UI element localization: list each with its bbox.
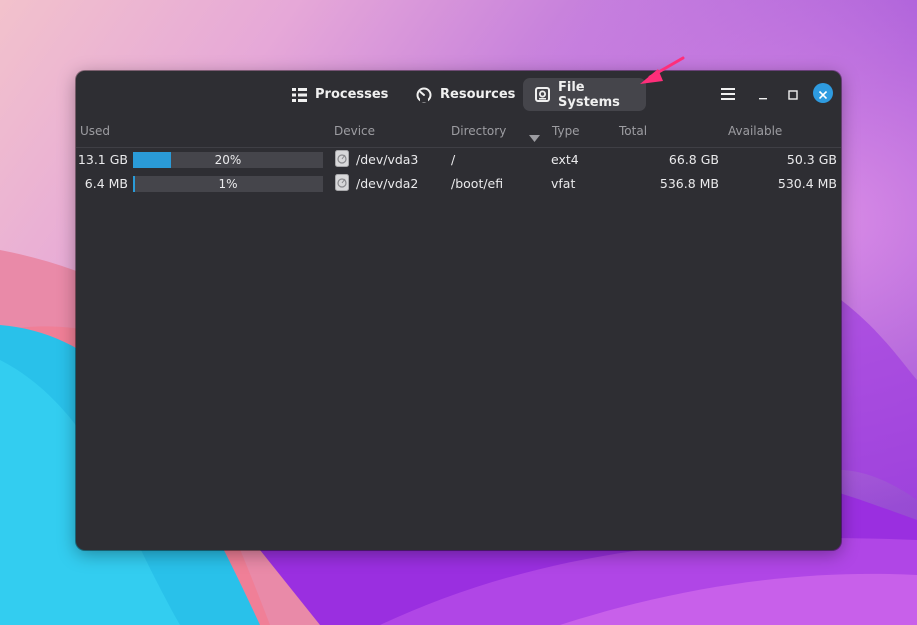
annotation-arrow-icon	[640, 56, 685, 84]
usage-percent: 20%	[214, 153, 242, 167]
usage-percent: 1%	[218, 177, 238, 191]
system-monitor-window: Processes Resources File Systems Used De…	[76, 71, 841, 550]
maximize-icon	[788, 85, 798, 104]
used-value: 13.1 GB	[77, 152, 128, 167]
column-header-type[interactable]: Type	[552, 124, 580, 138]
total-size: 66.8 GB	[668, 152, 719, 167]
tab-processes[interactable]: Processes	[280, 78, 398, 111]
tab-resources-label: Resources	[440, 87, 516, 102]
used-value: 6.4 MB	[84, 176, 128, 191]
main-menu-button[interactable]	[717, 83, 739, 105]
available-size: 50.3 GB	[786, 152, 837, 167]
column-header-total[interactable]: Total	[619, 124, 647, 138]
total-size: 536.8 MB	[659, 176, 719, 191]
gauge-icon	[416, 87, 432, 103]
list-icon	[292, 87, 307, 102]
tab-file-systems[interactable]: File Systems	[523, 78, 646, 111]
header-divider	[76, 147, 841, 148]
mount-directory: /	[451, 152, 456, 167]
usage-bar: 1%	[133, 176, 323, 192]
minimize-icon	[758, 85, 768, 104]
drive-icon	[335, 174, 349, 191]
disk-icon	[535, 87, 550, 102]
close-icon	[818, 84, 828, 103]
column-header-directory[interactable]: Directory	[451, 124, 506, 138]
header-bar: Processes Resources File Systems	[76, 71, 841, 117]
device-name: /dev/vda3	[356, 152, 419, 167]
tab-resources[interactable]: Resources	[404, 78, 526, 111]
close-button[interactable]	[813, 83, 833, 103]
sort-descending-icon	[529, 127, 540, 146]
drive-icon	[335, 150, 349, 167]
mount-directory: /boot/efi	[451, 176, 504, 191]
minimize-button[interactable]	[752, 83, 774, 105]
hamburger-menu-icon	[721, 85, 735, 104]
usage-bar: 20%	[133, 152, 323, 168]
tab-file-systems-label: File Systems	[558, 79, 620, 110]
column-header-device[interactable]: Device	[334, 124, 375, 138]
column-header-available[interactable]: Available	[728, 124, 782, 138]
device-name: /dev/vda2	[356, 176, 419, 191]
filesystem-type: ext4	[551, 152, 579, 167]
filesystem-type: vfat	[551, 176, 576, 191]
available-size: 530.4 MB	[777, 176, 837, 191]
column-header-used[interactable]: Used	[80, 124, 110, 138]
maximize-button[interactable]	[782, 83, 804, 105]
tab-processes-label: Processes	[315, 87, 389, 102]
